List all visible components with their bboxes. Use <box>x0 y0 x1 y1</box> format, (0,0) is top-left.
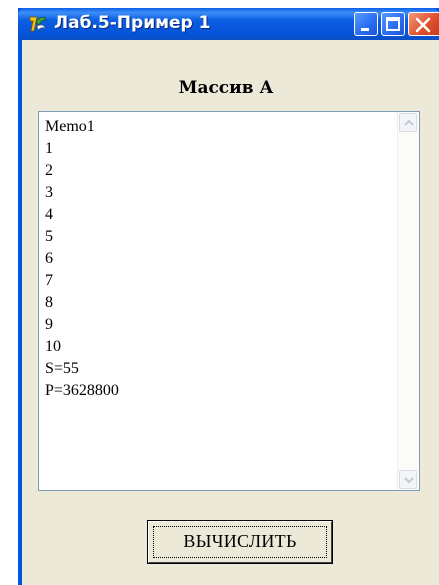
memo-line: 3 <box>45 184 53 201</box>
memo-line: Memo1 <box>45 118 95 135</box>
scroll-down-button[interactable] <box>399 470 417 489</box>
memo-text[interactable]: Memo1 1 2 3 4 5 6 7 8 9 10 S=55 P=362880… <box>45 116 395 402</box>
scroll-up-button[interactable] <box>399 113 417 132</box>
compute-button-label: ВЫЧИСЛИТЬ <box>183 531 297 551</box>
close-icon <box>415 17 431 33</box>
window-title: Лаб.5-Пример 1 <box>54 13 211 33</box>
minimize-icon <box>361 28 369 31</box>
array-heading-label: Массив А <box>178 78 274 98</box>
memo-line: 9 <box>45 316 53 333</box>
app-window: Лаб.5-Пример 1 Массив А Memo1 1 2 3 4 5 … <box>18 8 439 585</box>
chevron-down-icon <box>404 477 414 484</box>
title-bar[interactable]: Лаб.5-Пример 1 <box>18 8 439 40</box>
delphi-app-icon[interactable] <box>28 14 48 34</box>
minimize-button[interactable] <box>354 12 378 36</box>
memo-line: 7 <box>45 272 53 289</box>
memo-line: 10 <box>45 338 61 355</box>
memo-vertical-scrollbar[interactable] <box>397 112 419 490</box>
memo-line: 4 <box>45 206 53 223</box>
memo-line: 1 <box>45 140 53 157</box>
maximize-button[interactable] <box>381 12 405 36</box>
compute-button[interactable]: ВЫЧИСЛИТЬ <box>147 520 333 564</box>
memo-box[interactable]: Memo1 1 2 3 4 5 6 7 8 9 10 S=55 P=362880… <box>38 111 420 491</box>
memo-line: 5 <box>45 228 53 245</box>
memo-line: S=55 <box>45 360 79 377</box>
chevron-up-icon <box>404 119 414 126</box>
memo-line: 2 <box>45 162 53 179</box>
memo-line: 8 <box>45 294 53 311</box>
memo-line: 6 <box>45 250 53 267</box>
maximize-icon <box>386 17 400 31</box>
memo-line: P=3628800 <box>45 382 119 399</box>
close-button[interactable] <box>408 12 439 36</box>
form-client-area: Массив А Memo1 1 2 3 4 5 6 7 8 9 10 S=55… <box>22 40 439 585</box>
